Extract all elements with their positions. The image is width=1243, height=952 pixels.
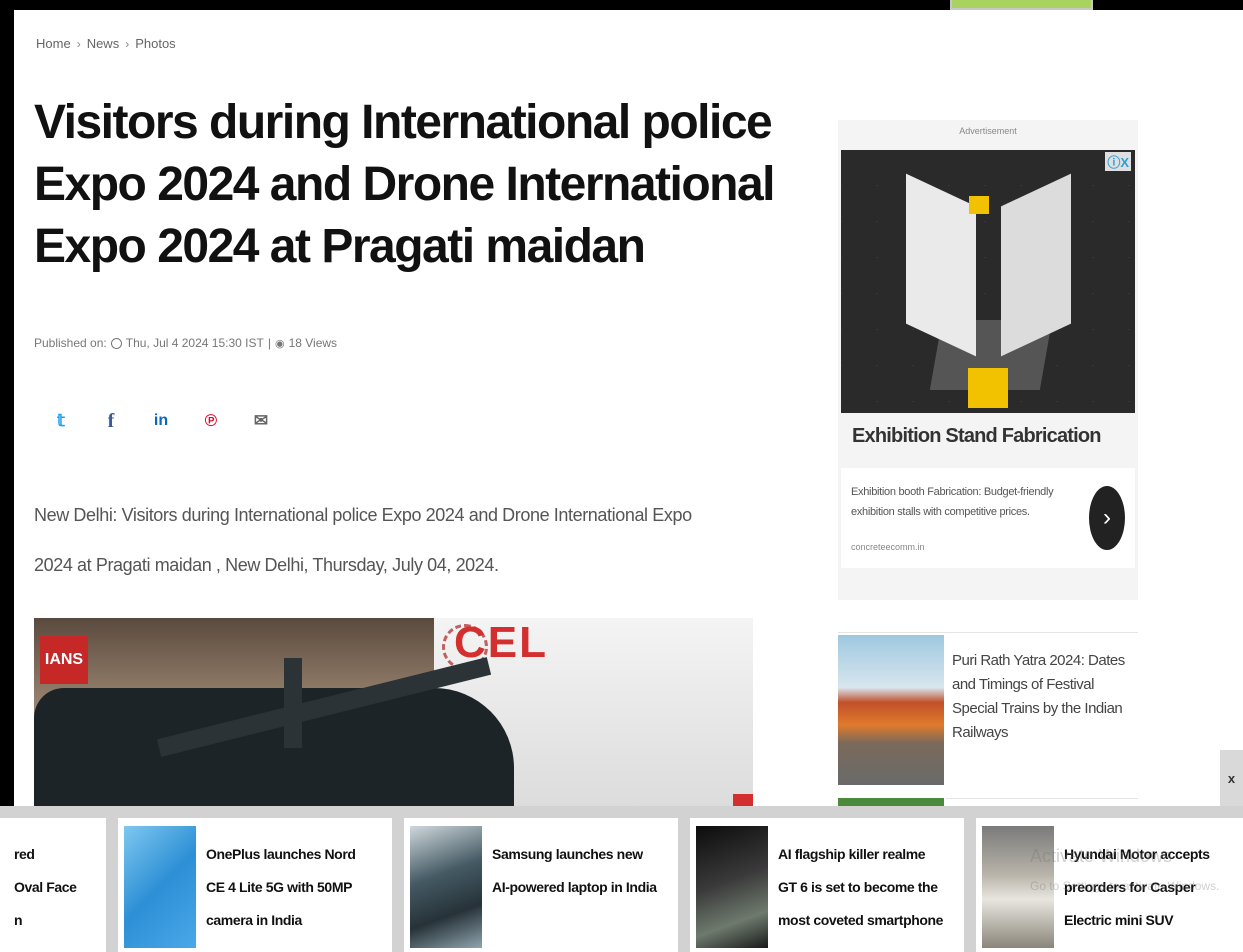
pinterest-icon[interactable]: ℗ [200, 410, 222, 432]
ad-description: Exhibition booth Fabrication: Budget-fri… [851, 486, 1054, 518]
ticker-card[interactable]: AI flagship killer realme GT 6 is set to… [690, 818, 964, 952]
ticker-close-button[interactable]: x [1220, 750, 1243, 806]
breadcrumb-photos[interactable]: Photos [135, 36, 175, 51]
published-label: Published on: [34, 336, 107, 350]
article-photo[interactable]: CEL IANS [34, 618, 753, 808]
linkedin-icon[interactable]: in [150, 410, 172, 432]
published-date: Thu, Jul 4 2024 15:30 IST [125, 336, 264, 350]
article-meta: Published on: Thu, Jul 4 2024 15:30 IST … [34, 336, 337, 350]
ad-description-box[interactable]: Exhibition booth Fabrication: Budget-fri… [841, 468, 1135, 568]
ticker-card-image[interactable] [124, 826, 196, 948]
breadcrumb-news[interactable]: News [87, 36, 120, 51]
article-lead: New Delhi: Visitors during International… [34, 505, 692, 575]
related-article[interactable]: Puri Rath Yatra 2024: Dates and Timings … [838, 632, 1138, 793]
email-icon[interactable]: ✉ [250, 410, 272, 432]
ticker-card[interactable]: Samsung launches new AI-powered laptop i… [404, 818, 678, 952]
photo-drone-body [34, 688, 514, 808]
os-activation-watermark: Activate Windows Go to Settings to activ… [1030, 846, 1220, 893]
ad-domain: concreteecomm.in [851, 542, 925, 552]
eye-icon: ◉ [274, 337, 285, 350]
top-green-tab[interactable] [950, 0, 1093, 10]
view-count: 18 Views [288, 336, 338, 350]
clock-icon [110, 337, 122, 349]
page-title: Visitors during International police Exp… [34, 96, 776, 273]
meta-divider: | [267, 336, 271, 350]
ticker-card[interactable]: OnePlus launches Nord CE 4 Lite 5G with … [118, 818, 392, 952]
ticker-card-image[interactable] [696, 826, 768, 948]
breadcrumb: Home › News › Photos [36, 36, 176, 51]
ticker-card-image[interactable] [410, 826, 482, 948]
ad-booth-counter [968, 368, 1008, 408]
ad-label: Advertisement [959, 126, 1017, 136]
share-bar: 𝕥 f in ℗ ✉ [50, 410, 272, 432]
breadcrumb-separator: › [125, 36, 130, 51]
sidebar-advertisement[interactable]: Advertisement ⓘX Exhibition Stand Fabric… [838, 120, 1138, 600]
related-divider [946, 798, 1138, 799]
ticker-card[interactable]: red Oval Face n [0, 818, 106, 952]
photo-agency-badge: IANS [40, 636, 88, 684]
related-article-next-thumbnail[interactable] [838, 798, 944, 806]
photo-drone-mast [284, 658, 302, 748]
ticker-card-title: red Oval Face n [14, 846, 77, 928]
breadcrumb-separator: › [76, 36, 81, 51]
ad-headline[interactable]: Exhibition Stand Fabrication [852, 425, 1102, 448]
ad-arrow-button[interactable]: › [1089, 486, 1125, 550]
related-article-title[interactable]: Puri Rath Yatra 2024: Dates and Timings … [952, 649, 1132, 745]
ticker-card-title: OnePlus launches Nord CE 4 Lite 5G with … [206, 846, 356, 928]
twitter-icon[interactable]: 𝕥 [50, 410, 72, 432]
ad-image[interactable]: ⓘX [841, 150, 1135, 413]
ticker-card-title: AI flagship killer realme GT 6 is set to… [778, 846, 944, 928]
ad-booth-wall-right [1001, 173, 1071, 357]
ad-booth-wall-left [906, 173, 976, 357]
related-article-thumbnail[interactable] [838, 635, 944, 785]
ticker-card-title: Samsung launches new AI-powered laptop i… [492, 846, 657, 895]
facebook-icon[interactable]: f [100, 410, 122, 432]
ad-choices-close-icon[interactable]: ⓘX [1105, 152, 1131, 171]
ad-booth-sign [969, 196, 989, 214]
breadcrumb-home[interactable]: Home [36, 36, 71, 51]
